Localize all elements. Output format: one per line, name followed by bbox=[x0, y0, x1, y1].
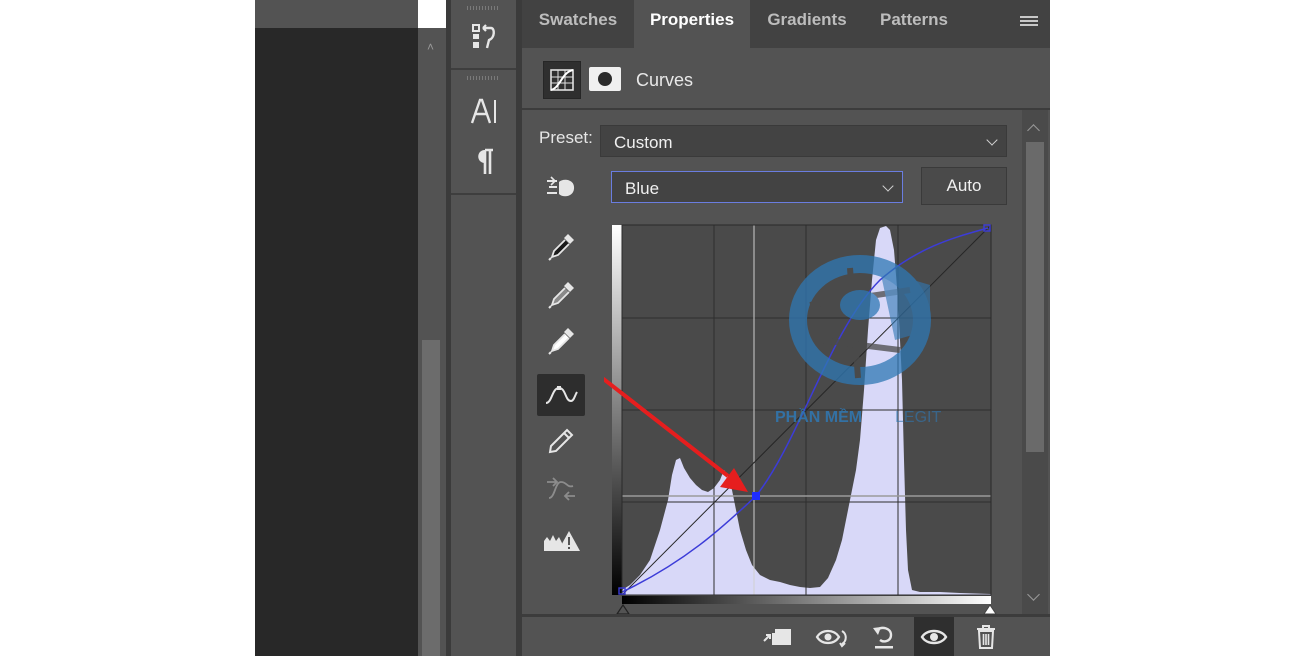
black-point-slider-icon[interactable] bbox=[615, 603, 631, 615]
paragraph-icon[interactable] bbox=[467, 144, 501, 178]
tab-swatches[interactable]: Swatches bbox=[522, 0, 634, 48]
target-adjustment-icon[interactable] bbox=[537, 167, 585, 209]
panel-scrollbar[interactable] bbox=[1022, 110, 1048, 616]
white-eyedropper-icon[interactable] bbox=[537, 320, 585, 362]
scroll-thumb[interactable] bbox=[1026, 142, 1044, 452]
canvas-scrollbar[interactable]: ˄ bbox=[418, 28, 446, 656]
channel-value: Blue bbox=[625, 179, 660, 198]
grip-handle[interactable] bbox=[467, 76, 499, 80]
panel-tab-bar: Swatches Properties Gradients Patterns bbox=[522, 0, 1050, 48]
tab-patterns[interactable]: Patterns bbox=[864, 0, 964, 48]
delete-icon[interactable] bbox=[966, 617, 1006, 656]
pencil-icon[interactable] bbox=[537, 420, 585, 462]
layer-mask-icon[interactable] bbox=[589, 67, 621, 91]
preset-value: Custom bbox=[614, 133, 673, 152]
curve-point-selected[interactable] bbox=[752, 492, 760, 500]
strip-divider bbox=[451, 193, 516, 195]
curves-adjustment-icon[interactable] bbox=[543, 61, 581, 99]
tab-gradients[interactable]: Gradients bbox=[750, 0, 864, 48]
panel-menu-icon[interactable] bbox=[1020, 16, 1038, 30]
header-divider bbox=[522, 108, 1050, 110]
curves-graph[interactable]: PHẦN MỀM LEGIT bbox=[604, 218, 1008, 618]
watermark-text-light: LEGIT bbox=[895, 409, 941, 426]
clipping-warning-icon[interactable] bbox=[537, 520, 585, 562]
input-gradient-bar bbox=[622, 596, 991, 604]
clip-to-layer-icon[interactable] bbox=[758, 617, 798, 656]
curve-point-icon[interactable] bbox=[537, 374, 585, 416]
scroll-down-icon[interactable] bbox=[1027, 588, 1040, 601]
auto-button[interactable]: Auto bbox=[921, 167, 1007, 205]
chevron-down-icon bbox=[986, 134, 998, 146]
output-gradient-bar bbox=[612, 225, 622, 595]
document-title-strip bbox=[255, 0, 418, 28]
preset-label: Preset: bbox=[539, 128, 593, 147]
document-canvas[interactable] bbox=[255, 0, 418, 656]
scroll-thumb[interactable] bbox=[422, 340, 440, 656]
gray-eyedropper-icon[interactable] bbox=[537, 274, 585, 316]
watermark-text-bold: PHẦN MỀM bbox=[775, 407, 862, 426]
scroll-up-icon[interactable] bbox=[1027, 124, 1040, 137]
view-previous-icon[interactable] bbox=[812, 617, 852, 656]
white-point-slider-icon[interactable] bbox=[983, 604, 997, 615]
smooth-icon bbox=[537, 468, 585, 510]
grip-handle[interactable] bbox=[467, 6, 499, 10]
panel-icon-strip bbox=[451, 0, 516, 656]
history-icon[interactable] bbox=[467, 20, 501, 54]
strip-divider bbox=[451, 68, 516, 70]
visibility-icon[interactable] bbox=[914, 617, 954, 656]
preset-dropdown[interactable]: Custom bbox=[600, 125, 1007, 157]
character-icon[interactable] bbox=[467, 94, 501, 128]
black-eyedropper-icon[interactable] bbox=[537, 226, 585, 268]
chevron-down-icon bbox=[882, 180, 894, 192]
scroll-up-icon[interactable]: ˄ bbox=[427, 40, 434, 54]
adjustment-title: Curves bbox=[636, 70, 694, 90]
reset-icon[interactable] bbox=[864, 617, 904, 656]
tab-properties[interactable]: Properties bbox=[634, 0, 750, 48]
channel-dropdown[interactable]: Blue bbox=[611, 171, 903, 203]
